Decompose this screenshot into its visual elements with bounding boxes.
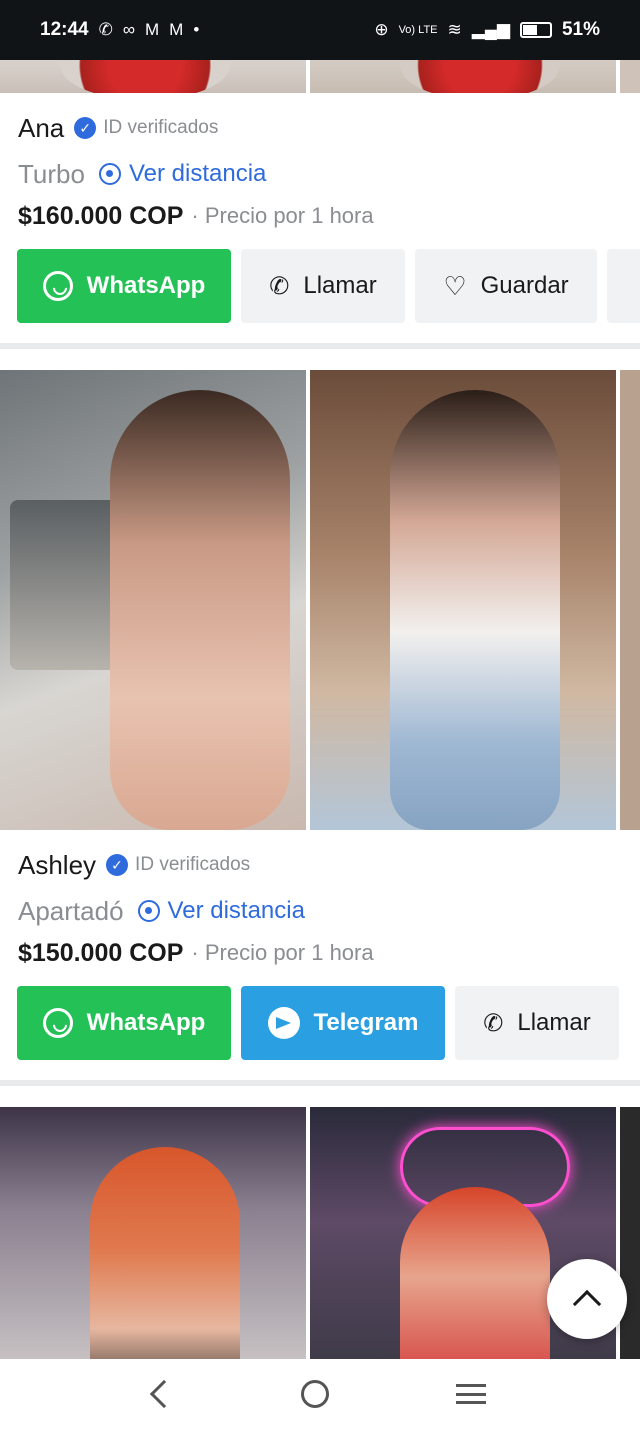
telegram-icon [267,1007,300,1039]
battery-percent: 51% [561,19,600,40]
photo-strip[interactable] [0,60,640,93]
whatsapp-button[interactable]: WhatsApp [17,249,231,323]
more-button[interactable] [607,249,640,323]
price-note: · Precio por 1 hora [191,203,374,228]
whatsapp-icon [42,271,73,301]
listing-location: Apartadó [18,895,124,926]
voicemail-icon: ∞ [122,20,135,39]
chevron-up-icon [572,1289,602,1319]
verified-check-icon: ✓ [106,854,129,876]
listing-location: Turbo [18,158,85,189]
phone-icon: ✆ [269,272,290,300]
battery-icon [519,22,552,38]
listing-photo[interactable] [620,370,640,830]
distance-link[interactable]: Ver distancia [168,897,305,925]
photo-strip[interactable] [0,1107,640,1359]
price-note: · Precio por 1 hora [191,940,374,965]
whatsapp-icon [42,1008,73,1038]
verified-label: ID verificados [135,854,251,875]
listing-divider [0,1080,640,1086]
listing-info: Ashley ✓ ID verificados Apartadó Ver dis… [0,847,640,973]
whatsapp-button-label: WhatsApp [86,1009,206,1036]
status-time: 12:44 [40,19,89,40]
call-button-label: Llamar [517,1009,591,1036]
wifi-icon: ≋ [447,20,462,39]
location-target-icon[interactable] [137,900,160,922]
whatsapp-button[interactable]: WhatsApp [17,986,231,1060]
location-target-icon[interactable] [98,163,121,185]
call-button[interactable]: ✆ Llamar [241,249,405,323]
dot-icon: • [193,20,200,39]
scroll-to-top-button[interactable] [547,1259,627,1339]
listing-photo[interactable] [620,1107,640,1359]
home-icon[interactable] [300,1380,329,1408]
telegram-button-label: Telegram [313,1009,419,1036]
notification-icons: ✆ ∞ M M • [99,20,200,40]
volte-label: Vo) LTE [398,24,438,36]
save-button-label: Guardar [480,272,569,299]
action-buttons: WhatsApp Telegram ✆ Llamar [17,986,640,1060]
telegram-button[interactable]: Telegram [241,986,445,1060]
whatsapp-icon: ✆ [98,20,113,39]
save-button[interactable]: ♡ Guardar [415,249,597,323]
listing-price: $160.000 COP [18,201,184,230]
whatsapp-button-label: WhatsApp [86,272,206,299]
listing-price: $150.000 COP [18,938,184,967]
listing-photo[interactable] [310,60,616,93]
listing-photo[interactable] [310,370,616,830]
heart-icon: ♡ [443,270,467,301]
gmail-icon: M [144,20,160,39]
phone-icon: ✆ [483,1009,504,1037]
listing-name[interactable]: Ana [18,113,64,144]
system-icons: ⊕ Vo) LTE ≋ ▂▄▆ 51% [374,19,600,41]
listing-photo[interactable] [0,1107,306,1359]
call-button-label: Llamar [303,272,377,299]
photo-strip[interactable] [0,370,640,830]
verified-check-icon: ✓ [74,117,97,139]
listing-divider [0,343,640,349]
back-icon[interactable] [149,1379,178,1409]
distance-link[interactable]: Ver distancia [129,160,266,188]
listing-photo[interactable] [0,60,306,93]
listing-photo[interactable] [620,60,640,93]
call-button[interactable]: ✆ Llamar [455,986,619,1060]
recents-icon[interactable] [456,1384,487,1404]
listing-name[interactable]: Ashley [18,850,96,881]
gmail-icon: M [169,20,184,39]
system-nav-bar [0,1359,640,1429]
signal-icon: ▂▄▆ [471,20,510,39]
status-bar: 12:44 ✆ ∞ M M • ⊕ Vo) LTE ≋ ▂▄▆ 51% [0,0,640,60]
listing-photo[interactable] [0,370,306,830]
listing-info: Ana ✓ ID verificados Turbo Ver distancia… [0,110,640,236]
action-buttons: WhatsApp ✆ Llamar ♡ Guardar [17,249,640,323]
verified-label: ID verificados [103,117,219,138]
alarm-icon: ⊕ [374,20,389,39]
